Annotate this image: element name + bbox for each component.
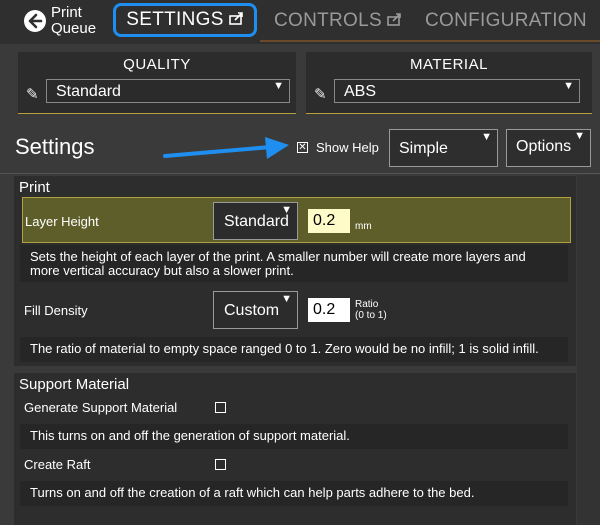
layer-height-input[interactable]: 0.2: [308, 209, 350, 233]
back-arrow-icon[interactable]: [24, 10, 46, 32]
fill-density-preset-value: Custom: [224, 302, 280, 319]
layer-height-preset-select[interactable]: Standard ▼: [213, 202, 298, 240]
material-select-value: ABS: [344, 83, 377, 100]
fill-density-label: Fill Density: [24, 303, 88, 318]
chevron-down-icon: ▼: [273, 80, 284, 92]
create-raft-help: Turns on and off the creation of a raft …: [20, 481, 568, 506]
fill-density-input[interactable]: 0.2: [308, 298, 350, 322]
options-label: Options: [516, 138, 572, 155]
generate-support-label: Generate Support Material: [24, 400, 178, 415]
mode-select-value: Simple: [399, 140, 448, 157]
material-panel: MATERIAL ✎ ABS ▼: [306, 52, 592, 114]
mode-select[interactable]: Simple ▼: [389, 129, 498, 167]
tab-controls[interactable]: CONTROLS: [274, 5, 402, 37]
tab-settings-label: SETTINGS: [126, 9, 224, 30]
layer-height-label: Layer Height: [25, 214, 99, 229]
print-queue-label-line1: Print: [51, 4, 82, 21]
popout-icon: [228, 12, 244, 28]
tab-controls-label: CONTROLS: [274, 10, 382, 31]
material-title: MATERIAL: [410, 56, 488, 73]
layer-height-preset-value: Standard: [224, 213, 289, 230]
print-group-title: Print: [19, 179, 50, 196]
print-queue-button[interactable]: Print Queue: [51, 5, 96, 37]
popout-icon: [387, 13, 402, 29]
section-divider: [0, 173, 600, 174]
show-help-label: Show Help: [316, 140, 379, 155]
chevron-down-icon: ▼: [281, 293, 292, 305]
print-queue-label-line2: Queue: [51, 20, 97, 37]
quality-title: QUALITY: [123, 56, 191, 73]
support-group-title: Support Material: [19, 376, 130, 393]
fill-density-preset-select[interactable]: Custom ▼: [213, 291, 298, 329]
pencil-icon[interactable]: ✎: [26, 85, 39, 103]
tab-settings[interactable]: SETTINGS: [113, 3, 257, 37]
arrow-annotation-icon: [163, 136, 293, 167]
tab-configuration-label: CONFIGURATION: [425, 10, 587, 31]
material-select[interactable]: ABS ▼: [334, 79, 580, 103]
scrollbar-track[interactable]: [577, 175, 600, 525]
generate-support-checkbox[interactable]: [215, 402, 226, 413]
quality-panel: QUALITY ✎ Standard ▼: [18, 52, 296, 114]
tab-underline: [260, 40, 600, 42]
quality-select[interactable]: Standard ▼: [46, 79, 290, 103]
chevron-down-icon: ▼: [281, 204, 292, 216]
material-accent-line: [306, 113, 592, 114]
show-help-checkbox[interactable]: ✕: [297, 142, 308, 153]
quality-select-value: Standard: [56, 83, 121, 100]
settings-heading: Settings: [15, 134, 95, 159]
fill-density-unit-line2: (0 to 1): [355, 310, 387, 321]
fill-density-unit: Ratio (0 to 1): [355, 299, 387, 321]
create-raft-label: Create Raft: [24, 457, 91, 472]
chevron-down-icon: ▼: [574, 130, 585, 142]
chevron-down-icon: ▼: [481, 131, 492, 143]
fill-density-unit-line1: Ratio: [355, 299, 379, 310]
generate-support-help: This turns on and off the generation of …: [20, 424, 568, 449]
chevron-down-icon: ▼: [563, 80, 574, 92]
layer-height-unit: mm: [355, 221, 372, 232]
quality-accent-line: [18, 113, 296, 114]
fill-density-help: The ratio of material to empty space ran…: [20, 337, 568, 362]
tab-configuration[interactable]: CONFIGURATION: [425, 5, 587, 37]
layer-height-help: Sets the height of each layer of the pri…: [20, 245, 568, 282]
pencil-icon[interactable]: ✎: [314, 85, 327, 103]
create-raft-checkbox[interactable]: [215, 459, 226, 470]
options-button[interactable]: Options ▼: [506, 129, 591, 167]
